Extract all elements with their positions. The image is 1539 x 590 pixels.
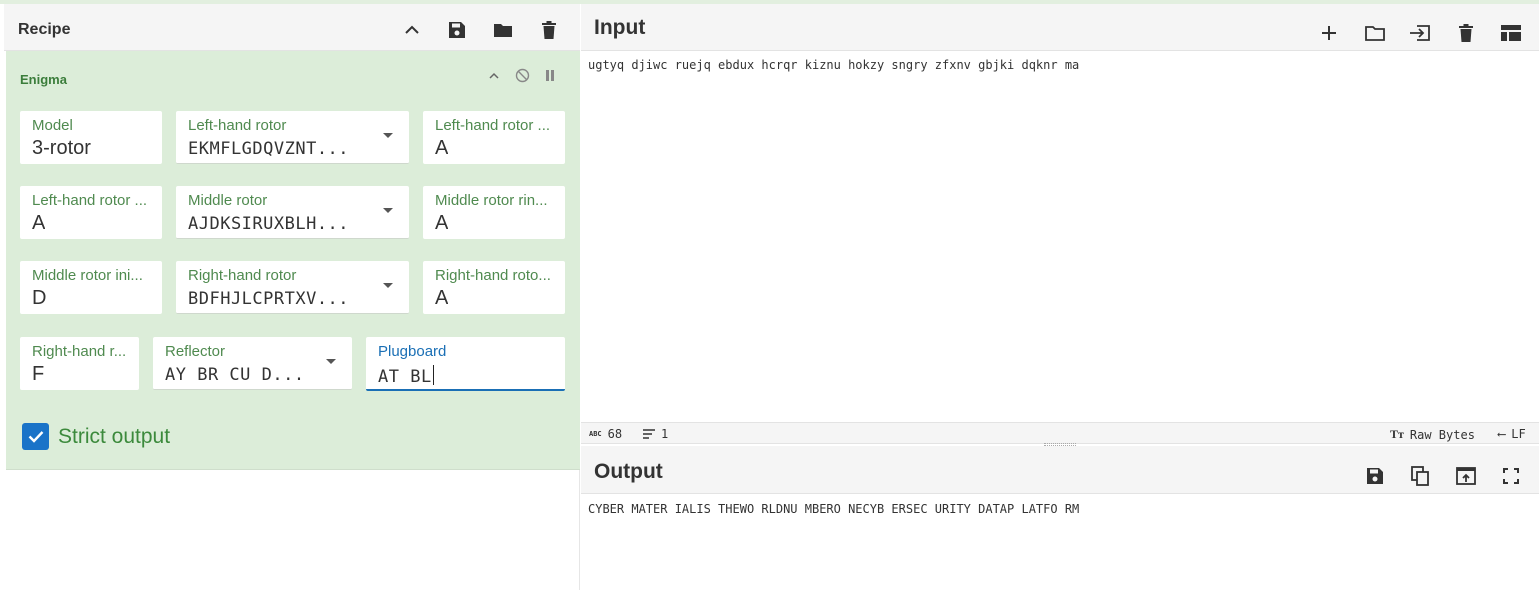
strict-output-label[interactable]: Strict output bbox=[58, 425, 170, 449]
disable-icon[interactable] bbox=[514, 67, 530, 83]
pause-icon[interactable] bbox=[542, 67, 558, 83]
plugboard-value: AT BL bbox=[378, 367, 432, 387]
trash-icon[interactable] bbox=[539, 20, 559, 40]
input-to-output-icon[interactable] bbox=[1408, 22, 1432, 44]
reflector-select[interactable]: Reflector AY BR CU D... bbox=[153, 337, 352, 390]
middle-rotor-value: AJDKSIRUXBLH... bbox=[188, 214, 350, 234]
left-rotor-select[interactable]: Left-hand rotor EKMFLGDQVZNT... bbox=[176, 111, 409, 164]
output-text[interactable]: CYBER MATER IALIS THEWO RLDNU MBERO NECY… bbox=[588, 502, 1079, 516]
model-value: 3-rotor bbox=[32, 137, 91, 159]
right-rotor-select[interactable]: Right-hand rotor BDFHJLCPRTXV... bbox=[176, 261, 409, 314]
eol-value: LF bbox=[1511, 427, 1526, 441]
plugboard-label: Plugboard bbox=[378, 343, 447, 360]
left-rotor-ring-input[interactable]: Left-hand rotor ... A bbox=[423, 111, 565, 164]
middle-rotor-ring-value: A bbox=[435, 212, 449, 234]
middle-rotor-initial-label: Middle rotor ini... bbox=[32, 267, 143, 284]
reflector-label: Reflector bbox=[165, 343, 226, 360]
recipe-panel: Recipe Enigma Model 3-rotor Left-hand ro… bbox=[4, 4, 580, 590]
left-rotor-value: EKMFLGDQVZNT... bbox=[188, 139, 350, 159]
dropdown-caret-icon[interactable] bbox=[383, 133, 393, 138]
recipe-title: Recipe bbox=[18, 21, 71, 38]
lines-icon bbox=[643, 429, 655, 439]
maximize-icon[interactable] bbox=[1499, 465, 1523, 487]
right-rotor-initial-label: Right-hand r... bbox=[32, 343, 127, 360]
right-rotor-value: BDFHJLCPRTXV... bbox=[188, 289, 350, 309]
clear-trash-icon[interactable] bbox=[1454, 22, 1478, 44]
input-header: Input bbox=[581, 4, 1539, 51]
replace-input-icon[interactable] bbox=[1454, 465, 1478, 487]
left-rotor-initial-label: Left-hand rotor ... bbox=[32, 192, 148, 209]
input-status-bar: ABC 68 1 Tт Raw Bytes ⟵ LF bbox=[581, 422, 1539, 444]
input-panel: Input ugtyq djiwc ruejq ebdux hcrqr kizn… bbox=[581, 4, 1539, 422]
left-rotor-initial-input[interactable]: Left-hand rotor ... A bbox=[20, 186, 162, 239]
text-cursor bbox=[432, 365, 434, 385]
strict-output-checkbox[interactable] bbox=[22, 423, 49, 450]
recipe-header: Recipe bbox=[4, 4, 580, 51]
output-title: Output bbox=[594, 460, 663, 483]
length-indicator: ABC 68 bbox=[589, 427, 622, 441]
middle-rotor-ring-label: Middle rotor rin... bbox=[435, 192, 548, 209]
middle-rotor-initial-input[interactable]: Middle rotor ini... D bbox=[20, 261, 162, 314]
lines-indicator: 1 bbox=[643, 427, 668, 441]
lines-value: 1 bbox=[661, 427, 669, 441]
checkmark-icon bbox=[28, 431, 43, 443]
dropdown-caret-icon[interactable] bbox=[383, 283, 393, 288]
middle-rotor-select[interactable]: Middle rotor AJDKSIRUXBLH... bbox=[176, 186, 409, 239]
right-rotor-initial-value: F bbox=[32, 363, 45, 385]
eol-selector[interactable]: ⟵ LF bbox=[1498, 427, 1526, 441]
right-rotor-label: Right-hand rotor bbox=[188, 267, 297, 284]
right-rotor-ring-value: A bbox=[435, 287, 449, 309]
save-output-icon[interactable] bbox=[1363, 465, 1387, 487]
left-rotor-ring-label: Left-hand rotor ... bbox=[435, 117, 551, 134]
middle-rotor-initial-value: D bbox=[32, 287, 47, 309]
encoding-selector[interactable]: Tт Raw Bytes bbox=[1390, 427, 1475, 442]
right-rotor-ring-input[interactable]: Right-hand roto... A bbox=[423, 261, 565, 314]
layout-icon[interactable] bbox=[1499, 22, 1523, 44]
return-arrow-icon: ⟵ bbox=[1498, 427, 1506, 441]
folder-icon[interactable] bbox=[493, 20, 513, 40]
operation-name: Enigma bbox=[20, 72, 67, 87]
dropdown-caret-icon[interactable] bbox=[383, 208, 393, 213]
plugboard-value-wrap: AT BL bbox=[378, 365, 434, 387]
input-title: Input bbox=[594, 16, 646, 39]
save-icon[interactable] bbox=[447, 20, 467, 40]
right-rotor-ring-label: Right-hand roto... bbox=[435, 267, 551, 284]
output-header: Output bbox=[581, 446, 1539, 494]
right-rotor-initial-input[interactable]: Right-hand r... F bbox=[20, 337, 139, 390]
reflector-value: AY BR CU D... bbox=[165, 365, 305, 385]
length-value: 68 bbox=[607, 427, 623, 441]
left-rotor-initial-value: A bbox=[32, 212, 46, 234]
text-format-icon: Tт bbox=[1390, 427, 1404, 441]
plugboard-input[interactable]: Plugboard AT BL bbox=[366, 337, 565, 391]
enigma-operation: Enigma Model 3-rotor Left-hand rotor EKM… bbox=[6, 51, 580, 470]
chevron-up-icon[interactable] bbox=[402, 20, 422, 40]
copy-icon[interactable] bbox=[1408, 465, 1432, 487]
plus-icon[interactable] bbox=[1317, 22, 1341, 44]
encoding-value: Raw Bytes bbox=[1409, 427, 1475, 442]
middle-rotor-label: Middle rotor bbox=[188, 192, 268, 209]
left-rotor-label: Left-hand rotor bbox=[188, 117, 287, 134]
abc-icon: ABC bbox=[589, 430, 602, 438]
collapse-chevron-icon[interactable] bbox=[486, 67, 502, 83]
open-folder-icon[interactable] bbox=[1363, 22, 1387, 44]
input-text[interactable]: ugtyq djiwc ruejq ebdux hcrqr kiznu hokz… bbox=[588, 58, 1079, 72]
middle-rotor-ring-input[interactable]: Middle rotor rin... A bbox=[423, 186, 565, 239]
model-label: Model bbox=[32, 117, 73, 134]
model-select[interactable]: Model 3-rotor bbox=[20, 111, 162, 164]
dropdown-caret-icon[interactable] bbox=[326, 359, 336, 364]
output-panel: Output CYBER MATER IALIS THEWO RLDNU MBE… bbox=[581, 446, 1539, 590]
left-rotor-ring-value: A bbox=[435, 137, 449, 159]
